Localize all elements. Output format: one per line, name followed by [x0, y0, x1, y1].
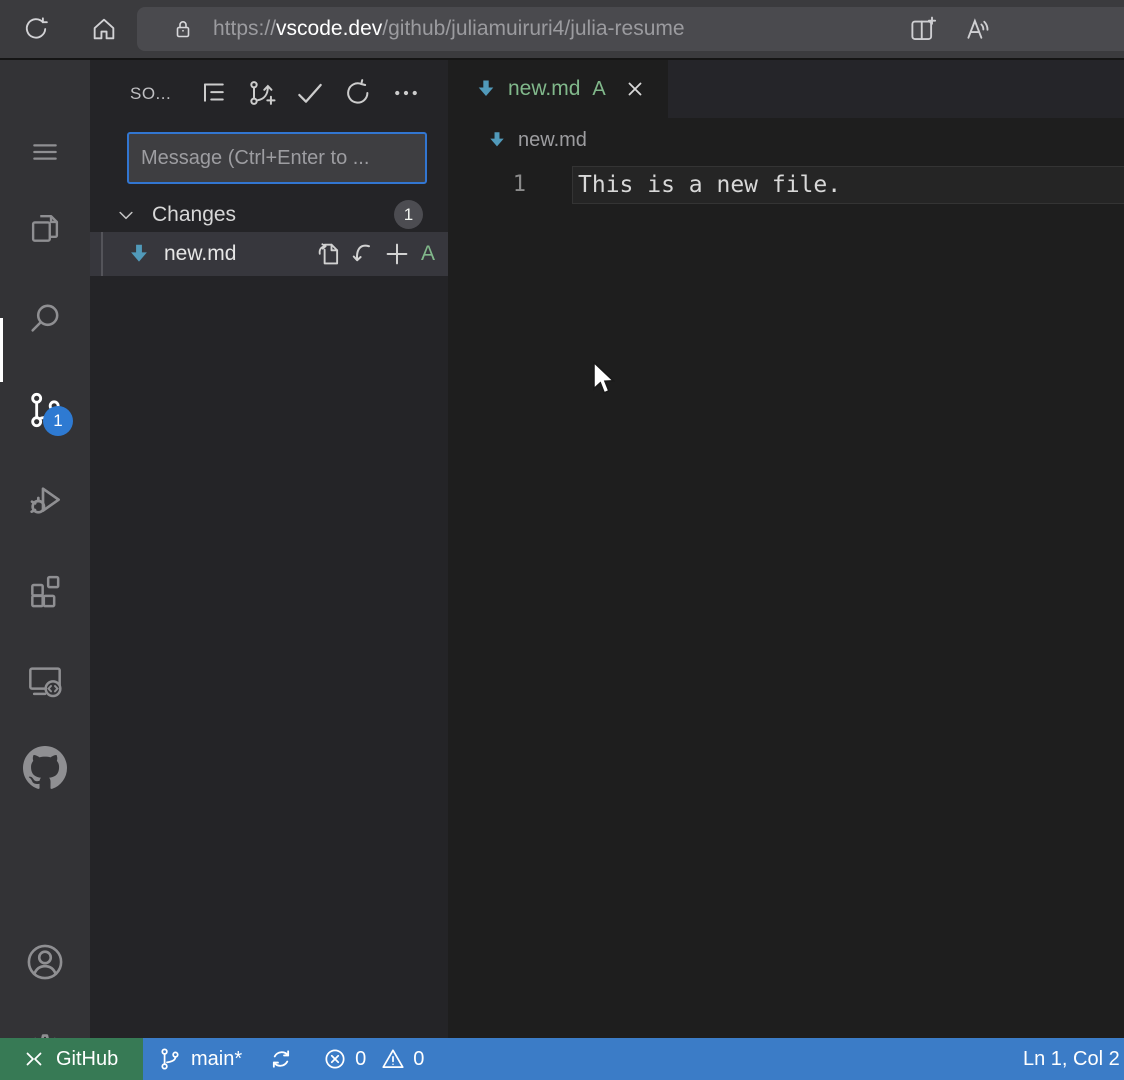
read-aloud-button[interactable] [964, 14, 994, 44]
commit-message-input[interactable] [127, 132, 427, 184]
markdown-file-icon [474, 77, 498, 101]
lock-icon [171, 16, 195, 42]
sidebar-item-search[interactable] [0, 280, 90, 356]
branch-name: main* [191, 1048, 242, 1071]
chevron-down-icon [116, 205, 136, 225]
git-fetch-icon [246, 77, 278, 109]
error-icon [322, 1046, 348, 1072]
url-text: https://vscode.dev/github/juliamuiruri4/… [213, 17, 685, 41]
account-button[interactable] [0, 924, 90, 1000]
commit-button[interactable] [291, 74, 329, 112]
url-path: /github/juliamuiruri4/julia-resume [382, 17, 684, 40]
tab-git-status: A [592, 78, 605, 101]
sidebar-item-source-control[interactable]: 1 [0, 372, 90, 448]
menu-button[interactable] [0, 114, 90, 190]
markdown-file-icon [126, 241, 152, 267]
remote-label: GitHub [56, 1048, 118, 1071]
sync-status-item[interactable] [268, 1038, 294, 1080]
browser-toolbar: https://vscode.dev/github/juliamuiruri4/… [0, 0, 1124, 58]
problems-status-item[interactable]: 0 0 [322, 1038, 424, 1080]
activity-bar: 1 [0, 60, 90, 1038]
home-icon [90, 15, 118, 43]
ellipsis-icon [391, 78, 421, 108]
changes-label: Changes [152, 203, 236, 227]
url-domain: vscode.dev [276, 17, 382, 40]
git-branch-icon [157, 1046, 183, 1072]
changes-section-header[interactable]: Changes 1 [90, 196, 448, 234]
refresh-icon [343, 78, 373, 108]
account-icon [24, 941, 66, 983]
breadcrumb[interactable]: new.md [448, 118, 1124, 162]
active-view-indicator [0, 318, 3, 382]
extensions-icon [25, 570, 65, 610]
vscode-workbench: 1 [0, 58, 1124, 1038]
git-status-letter: A [414, 242, 442, 266]
search-icon [26, 299, 64, 337]
code-line-text: This is a new file. [578, 166, 841, 204]
tab-new-md[interactable]: new.md A [448, 60, 668, 118]
discard-icon [348, 239, 378, 269]
home-button[interactable] [84, 9, 124, 49]
editor-group: new.md A new.md [448, 60, 1124, 1038]
breadcrumb-item: new.md [518, 129, 587, 152]
tab-strip: new.md A [448, 60, 1124, 118]
sidebar-item-explorer[interactable] [0, 190, 90, 266]
explorer-files-icon [26, 209, 64, 247]
check-icon [294, 77, 326, 109]
remote-explorer-icon [25, 660, 65, 700]
read-aloud-icon [964, 14, 994, 44]
sidebar-item-remote-explorer[interactable] [0, 642, 90, 718]
changed-file-name: new.md [164, 242, 236, 266]
warning-icon [380, 1046, 406, 1072]
fetch-button[interactable] [243, 74, 281, 112]
cursor-position-item[interactable]: Ln 1, Col 2 [1023, 1038, 1120, 1080]
source-control-icon: 1 [25, 390, 65, 430]
run-debug-icon [25, 480, 65, 520]
sidebar-item-run-debug[interactable] [0, 462, 90, 538]
changed-file-row[interactable]: new.md [90, 232, 448, 276]
warning-count: 0 [413, 1048, 424, 1071]
markdown-file-icon [486, 129, 508, 151]
code-editor[interactable]: 1 This is a new file. [448, 162, 1124, 1038]
discard-changes-button[interactable] [346, 232, 380, 276]
stage-changes-button[interactable] [380, 232, 414, 276]
hamburger-menu-icon [29, 136, 61, 168]
list-tree-icon [199, 78, 229, 108]
more-actions-button[interactable] [387, 74, 425, 112]
source-control-badge: 1 [43, 406, 73, 436]
close-icon [625, 79, 645, 99]
refresh-button[interactable] [16, 9, 56, 49]
view-as-tree-button[interactable] [195, 74, 233, 112]
close-tab-button[interactable] [620, 74, 650, 104]
mouse-cursor [591, 361, 619, 397]
changes-count-badge: 1 [394, 200, 423, 229]
split-screen-button[interactable] [908, 14, 938, 44]
sidebar-title: SO... [130, 84, 171, 104]
url-protocol: https:// [213, 17, 276, 40]
line-number: 1 [448, 166, 526, 204]
plus-icon [382, 239, 412, 269]
browser-window: https://vscode.dev/github/juliamuiruri4/… [0, 0, 1124, 1080]
indent-guide [101, 232, 103, 276]
refresh-scm-button[interactable] [339, 74, 377, 112]
open-file-icon [314, 239, 344, 269]
tab-label: new.md [508, 77, 580, 101]
branch-status-item[interactable]: main* [157, 1038, 242, 1080]
sidebar-item-extensions[interactable] [0, 552, 90, 628]
github-icon [23, 746, 67, 790]
source-control-sidebar: SO... [90, 60, 448, 1038]
refresh-icon [22, 15, 50, 43]
remote-icon [22, 1047, 46, 1071]
remote-indicator[interactable]: GitHub [0, 1038, 143, 1080]
error-count: 0 [355, 1048, 366, 1071]
open-file-button[interactable] [312, 232, 346, 276]
sync-icon [268, 1046, 294, 1072]
status-bar: GitHub main* [0, 1038, 1124, 1080]
split-screen-icon [908, 14, 938, 44]
sidebar-item-github[interactable] [0, 730, 90, 806]
